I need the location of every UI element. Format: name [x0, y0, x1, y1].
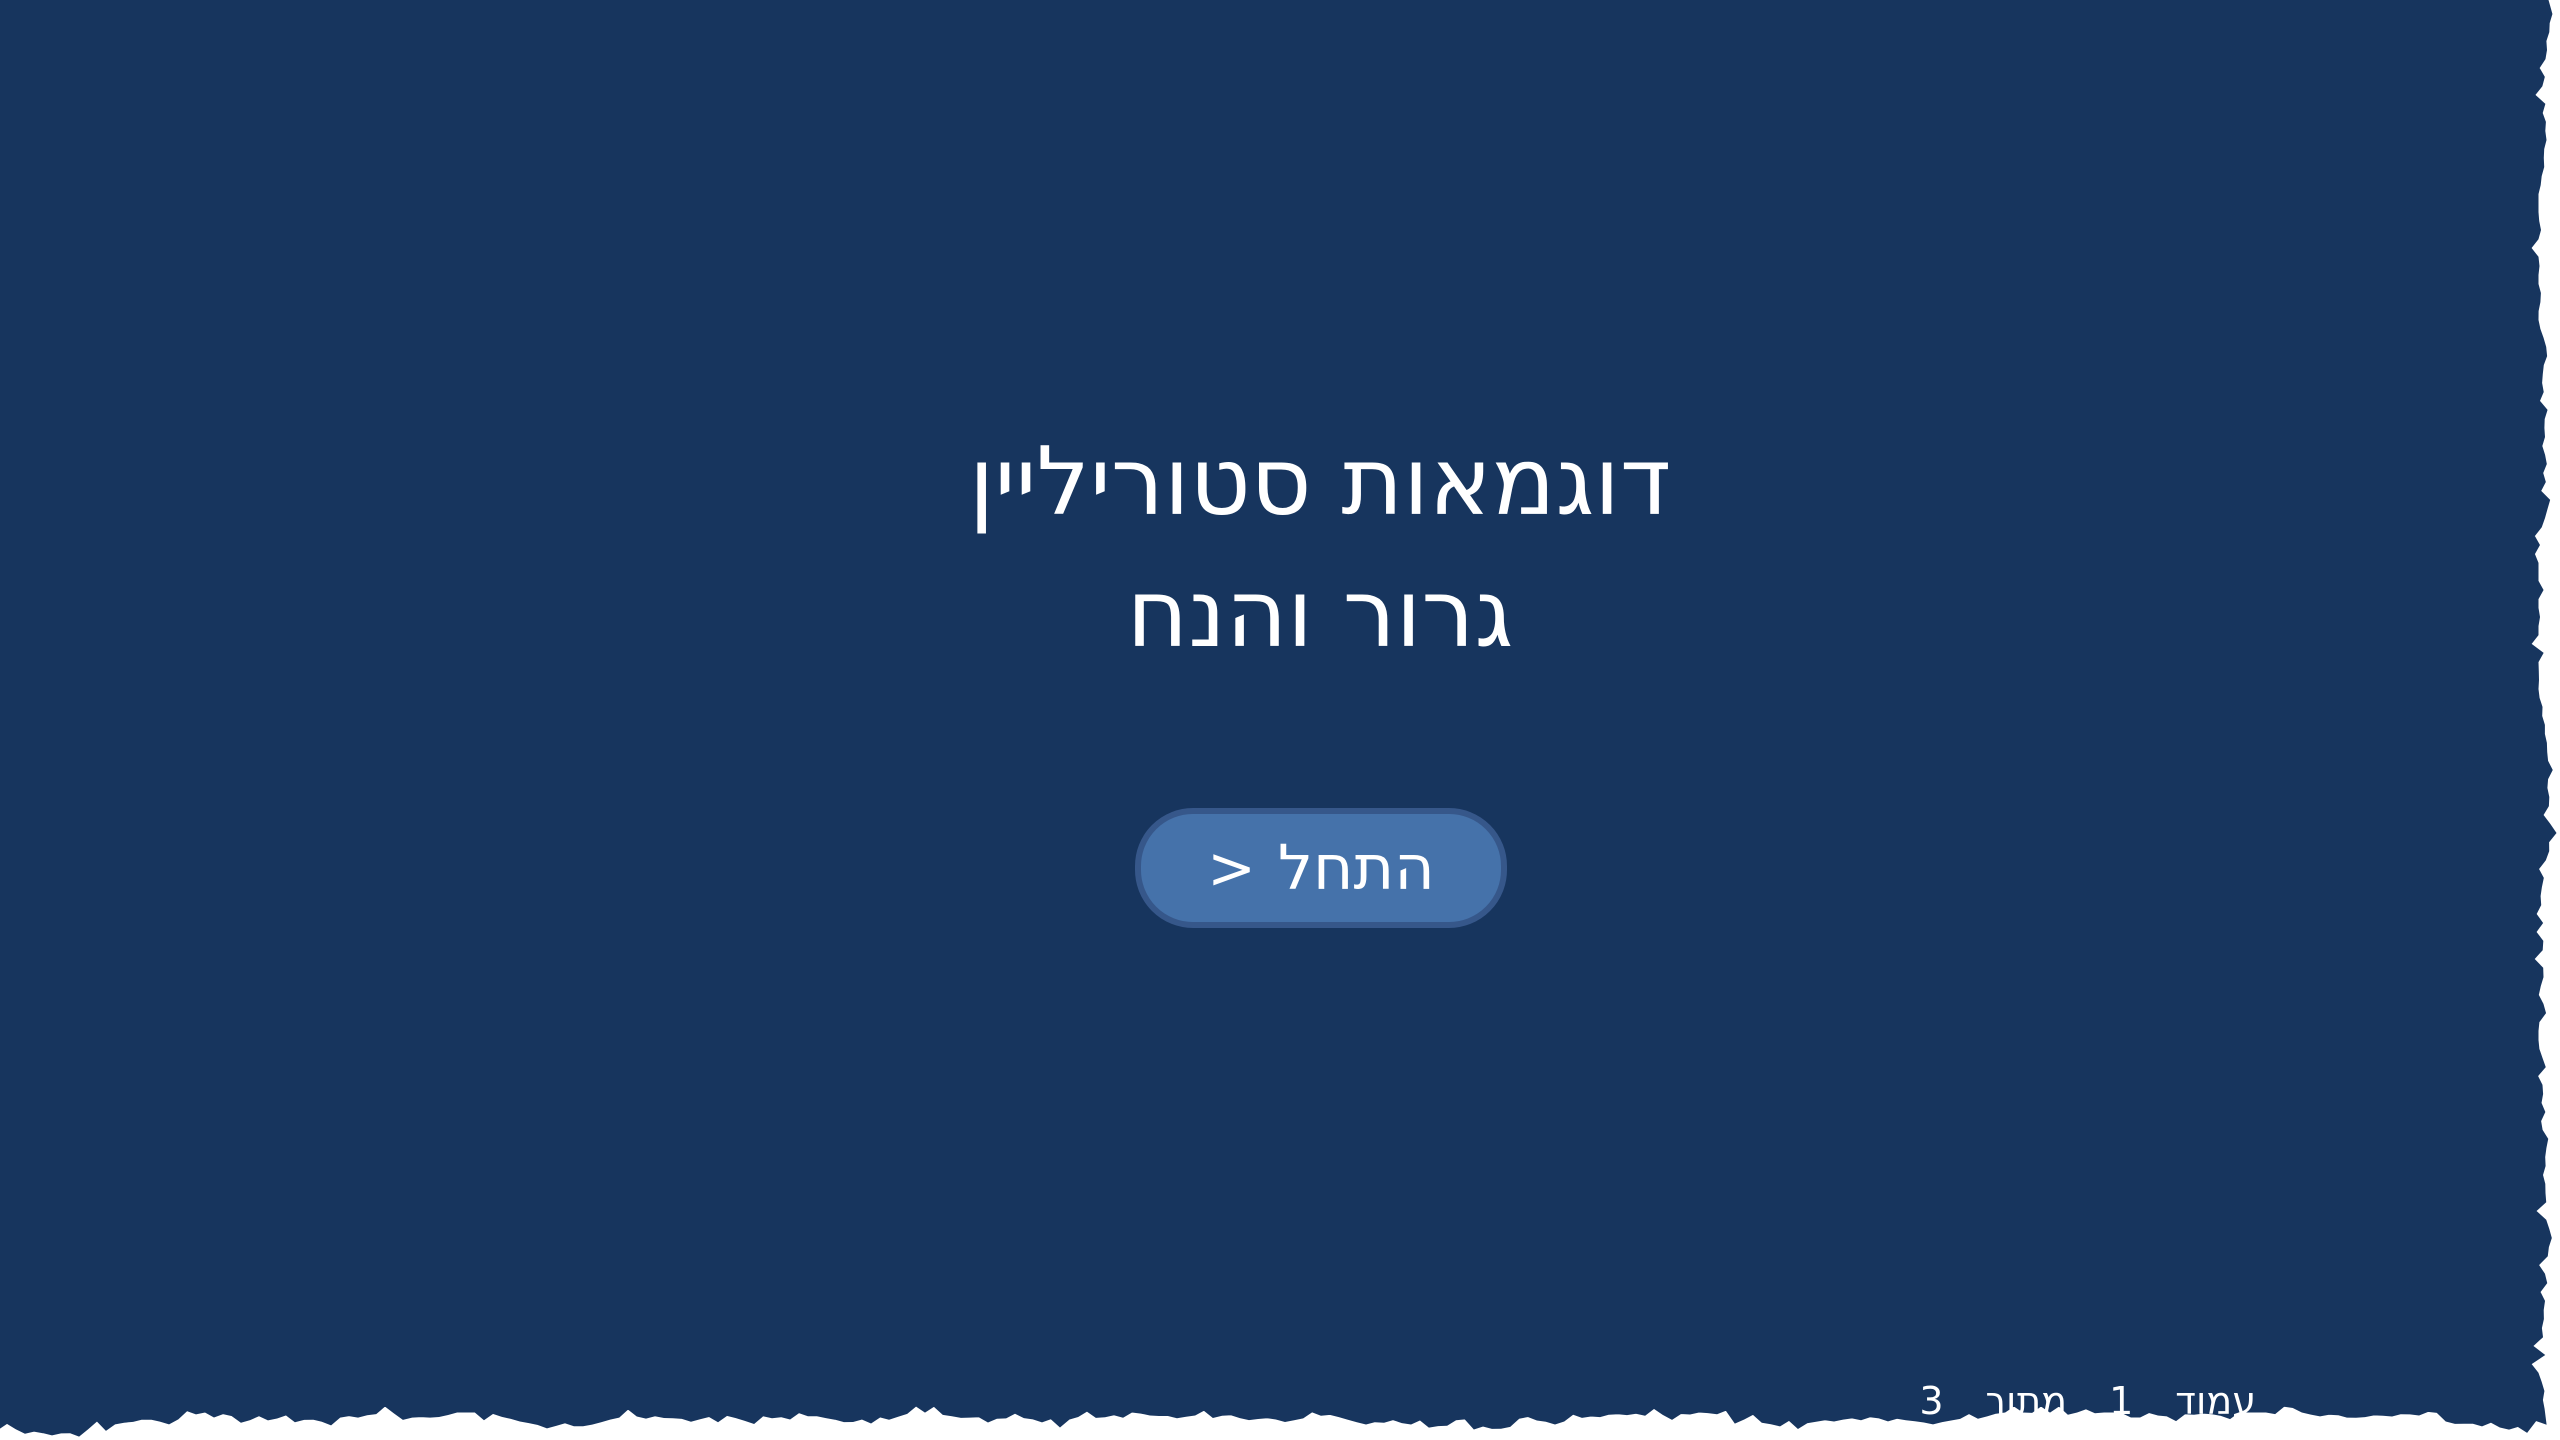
total-pages-number: 3	[1919, 1379, 1944, 1423]
current-page-number: 1	[2109, 1379, 2134, 1423]
page-indicator: עמוד 1 מתוך 3	[1919, 1378, 2256, 1424]
slide-subtitle: גרור והנח	[1126, 560, 1514, 669]
chevron-left-icon: <	[1207, 834, 1256, 902]
start-button[interactable]: התחל <	[1135, 808, 1507, 928]
torn-paper-edge	[0, 0, 2557, 1437]
of-word: מתוך	[1985, 1379, 2068, 1423]
start-button-label: התחל	[1277, 831, 1435, 904]
slide-title: דוגמאות סטוריליין	[968, 428, 1672, 537]
slide-background	[0, 0, 2557, 1437]
page-word: עמוד	[2175, 1379, 2256, 1423]
